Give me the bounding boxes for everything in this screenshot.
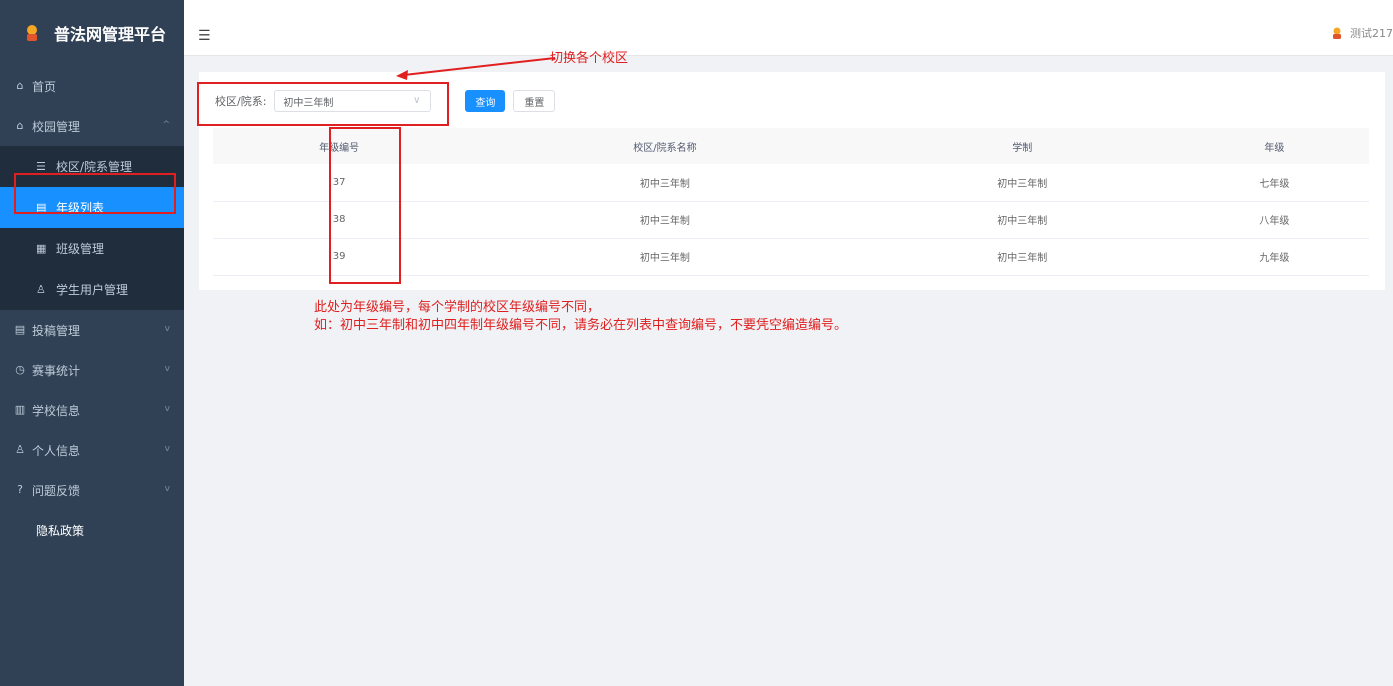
hamburger-icon[interactable]: ☰ — [198, 28, 211, 44]
home-icon: ⌂ — [16, 79, 24, 92]
column-header: 年级 — [1179, 128, 1369, 164]
annotation-switch-campus: 切换各个校区 — [550, 51, 629, 66]
campus-name-cell: 初中三年制 — [465, 201, 865, 239]
app-title: 普法网管理平台 — [54, 25, 167, 44]
sidebar-item-home[interactable]: ⌂ 首页 — [0, 66, 184, 106]
submenu-campus: ☰ 校区/院系管理 ▤ 年级列表 ▦ 班级管理 ♙ 学生用户管理 — [0, 146, 184, 310]
sidebar-item-feedback[interactable]: ? 问题反馈 v — [0, 470, 184, 510]
reset-button[interactable]: 重置 — [513, 90, 556, 112]
sidebar-item-profile[interactable]: ♙ 个人信息 v — [0, 430, 184, 470]
logo[interactable]: 普法网管理平台 — [0, 0, 184, 66]
question-icon: ? — [17, 483, 23, 496]
sidebar-item-label: 投稿管理 — [32, 323, 81, 338]
column-header: 学制 — [864, 128, 1180, 164]
system-cell: 初中三年制 — [864, 201, 1180, 239]
chevron-down-icon: v — [164, 484, 170, 494]
sidebar-item-campus[interactable]: ⌂ 校园管理 ^ — [0, 106, 184, 146]
username: 测试217 — [1350, 27, 1393, 40]
sidebar-item-class[interactable]: ▦ 班级管理 — [0, 228, 184, 269]
logo-icon — [27, 25, 37, 41]
sidebar-item-label: 赛事统计 — [32, 363, 81, 378]
topbar: ☰ 测试217 — [184, 0, 1393, 56]
chevron-down-icon: v — [164, 444, 170, 454]
chevron-down-icon: v — [164, 404, 170, 414]
highlight-grade-id-column — [329, 127, 401, 284]
sidebar-item-students[interactable]: ♙ 学生用户管理 — [0, 269, 184, 310]
sidebar: 普法网管理平台 ⌂ 首页 ⌂ 校园管理 ^ ☰ 校区/院系管理 ▤ 年级列表 ▦… — [0, 0, 184, 686]
chevron-down-icon: v — [164, 324, 170, 334]
annotation-note-line2: 如：初中三年制和初中四年制年级编号不同，请务必在列表中查询编号，不要凭空编造编号… — [314, 318, 848, 333]
column-header: 校区/院系名称 — [465, 128, 865, 164]
user-menu[interactable]: 测试217 — [1330, 25, 1393, 41]
document-icon: ▤ — [14, 323, 26, 336]
avatar — [1333, 27, 1341, 39]
highlight-active-menu — [14, 173, 176, 214]
sidebar-item-label: 个人信息 — [32, 443, 81, 458]
class-icon: ▦ — [36, 241, 47, 255]
list-icon: ☰ — [36, 159, 46, 173]
sidebar-item-label: 问题反馈 — [32, 483, 81, 498]
system-cell: 初中三年制 — [864, 238, 1180, 276]
chevron-down-icon: v — [164, 364, 170, 374]
sidebar-item-label: 学生用户管理 — [56, 283, 129, 297]
user-icon: ♙ — [15, 443, 25, 456]
home-icon: ⌂ — [16, 119, 24, 132]
grade-cell: 七年级 — [1179, 164, 1369, 202]
grade-cell: 八年级 — [1179, 201, 1369, 239]
sidebar-item-stats[interactable]: ◷ 赛事统计 v — [0, 350, 184, 390]
sidebar-item-label: 学校信息 — [32, 403, 81, 418]
chevron-up-icon: ^ — [162, 120, 170, 130]
sidebar-item-submission[interactable]: ▤ 投稿管理 v — [0, 310, 184, 350]
campus-name-cell: 初中三年制 — [465, 164, 865, 202]
annotation-arrow — [396, 57, 556, 80]
sidebar-item-school[interactable]: ▥ 学校信息 v — [0, 390, 184, 430]
user-icon: ♙ — [36, 282, 46, 296]
query-button[interactable]: 查询 — [465, 90, 506, 112]
sidebar-item-label: 班级管理 — [56, 242, 105, 256]
grade-cell: 九年级 — [1179, 238, 1369, 276]
clock-icon: ◷ — [15, 363, 25, 376]
building-icon: ▥ — [14, 403, 26, 416]
system-cell: 初中三年制 — [864, 164, 1180, 202]
sidebar-item-label: 首页 — [32, 79, 57, 94]
annotation-note-line1: 此处为年级编号，每个学制的校区年级编号不同， — [314, 300, 601, 315]
sidebar-item-label: 隐私政策 — [36, 523, 85, 538]
campus-name-cell: 初中三年制 — [465, 238, 865, 276]
sidebar-item-label: 校园管理 — [32, 119, 81, 134]
sidebar-item-privacy[interactable]: 隐私政策 — [0, 510, 184, 550]
